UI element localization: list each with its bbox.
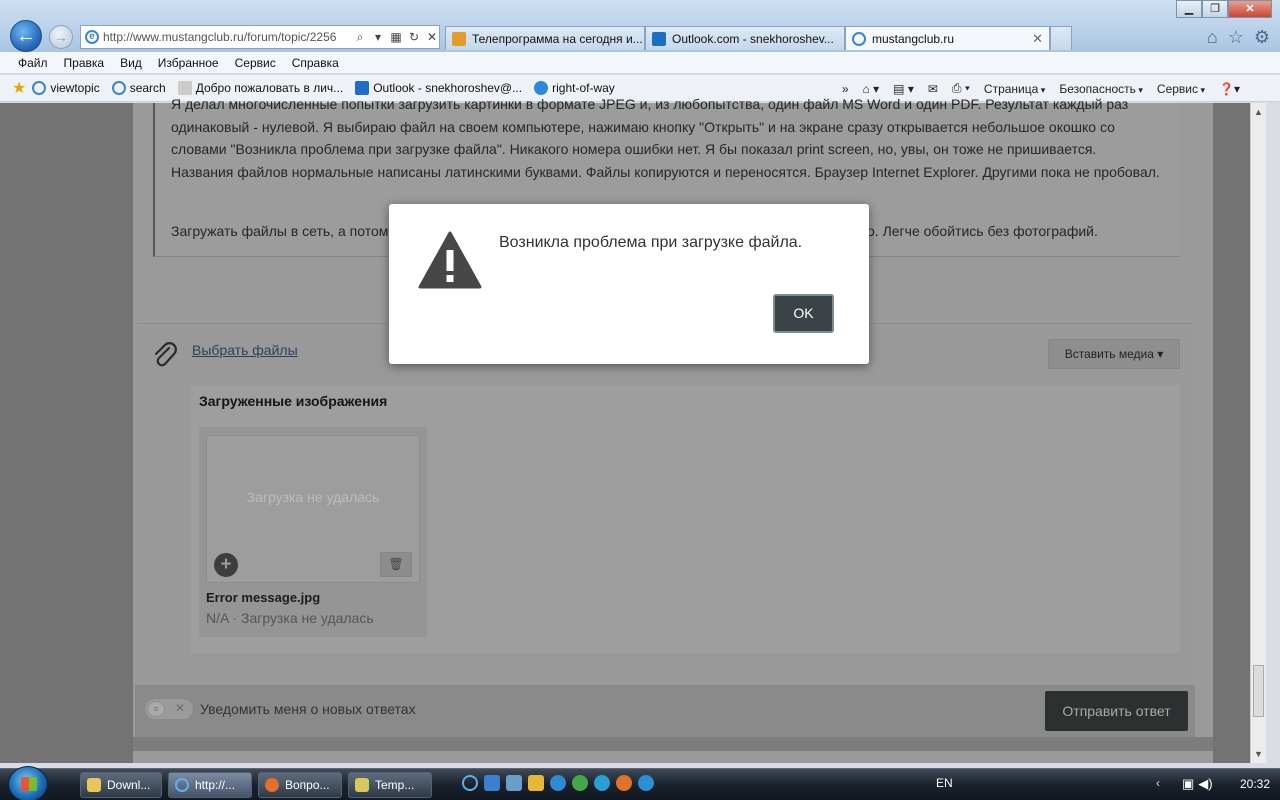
post-paragraph: Я делал многочисленные попытки загрузить… bbox=[171, 96, 1160, 180]
fav-search[interactable]: search bbox=[111, 81, 166, 95]
tab-label: Телепрограмма на сегодня и... bbox=[472, 31, 643, 46]
fav-viewtopic[interactable]: viewtopic bbox=[32, 81, 100, 95]
menu-file[interactable]: Файл bbox=[10, 56, 56, 70]
taskbar-button-temp[interactable]: Temp... bbox=[348, 772, 432, 798]
address-url[interactable]: http://www.mustangclub.ru/forum/topic/22… bbox=[103, 30, 349, 44]
browser-right-icons: ⌂ ☆ ⚙ bbox=[1207, 27, 1270, 48]
refresh-icon[interactable]: ↻ bbox=[407, 30, 421, 44]
clock[interactable]: 20:32 bbox=[1240, 777, 1270, 791]
choose-files-link[interactable]: Выбрать файлы bbox=[192, 342, 298, 358]
close-window-button[interactable]: ✕ bbox=[1228, 0, 1272, 18]
fav-label: viewtopic bbox=[50, 81, 100, 95]
uploaded-images-title: Загруженные изображения bbox=[199, 393, 388, 409]
messenger-icon[interactable] bbox=[594, 775, 610, 791]
firefox-icon[interactable] bbox=[616, 775, 632, 791]
network-icon[interactable]: ▣ bbox=[1182, 776, 1194, 792]
desktop-icon[interactable] bbox=[484, 775, 500, 791]
address-bar[interactable]: e http://www.mustangclub.ru/forum/topic/… bbox=[80, 25, 440, 49]
file-name: Error message.jpg bbox=[206, 590, 321, 605]
windows-logo-icon bbox=[21, 777, 37, 791]
close-tab-icon[interactable]: ✕ bbox=[1032, 31, 1043, 47]
taskbar-label: Вопро... bbox=[285, 778, 330, 792]
page-scrollbar[interactable]: ▲ ▼ bbox=[1250, 103, 1266, 763]
dropdown-icon[interactable]: ▾ bbox=[371, 30, 385, 44]
submit-reply-button[interactable]: Отправить ответ bbox=[1045, 691, 1188, 731]
menu-edit[interactable]: Правка bbox=[56, 56, 113, 70]
search-icon[interactable]: ⌕ bbox=[353, 30, 367, 45]
tab-mustangclub[interactable]: mustangclub.ru ✕ bbox=[845, 26, 1050, 50]
tab-tv-program[interactable]: Телепрограмма на сегодня и... bbox=[445, 26, 645, 50]
menu-favorites[interactable]: Избранное bbox=[150, 56, 227, 70]
scroll-thumb[interactable] bbox=[1253, 665, 1264, 717]
notify-label: Уведомить меня о новых ответах bbox=[200, 701, 416, 717]
skype-icon[interactable] bbox=[638, 775, 654, 791]
taskbar-button-ie[interactable]: http://... bbox=[168, 772, 252, 798]
tab-label: mustangclub.ru bbox=[872, 31, 955, 46]
system-tray: ▣ ◀) bbox=[1182, 776, 1213, 792]
warning-icon bbox=[418, 231, 482, 289]
scroll-up-icon[interactable]: ▲ bbox=[1254, 107, 1263, 117]
ie-icon: e bbox=[85, 30, 99, 44]
forward-button[interactable]: → bbox=[49, 25, 73, 49]
menu-tools[interactable]: Сервис bbox=[227, 56, 284, 70]
thumbnail-status: Загрузка не удалась bbox=[246, 489, 380, 505]
ie-icon[interactable] bbox=[462, 775, 478, 791]
firefox-icon bbox=[265, 778, 279, 792]
fav-label: search bbox=[129, 81, 166, 95]
tab-outlook[interactable]: Outlook.com - snekhoroshev... bbox=[645, 26, 845, 50]
taskbar-label: Downl... bbox=[107, 778, 151, 792]
tray-expand-icon[interactable]: ‹ bbox=[1156, 776, 1160, 790]
notepad-icon bbox=[355, 778, 369, 792]
window-switch-icon[interactable] bbox=[506, 775, 522, 791]
cmd-tools[interactable]: Сервис bbox=[1157, 82, 1205, 96]
taskbar-button-downloads[interactable]: Downl... bbox=[80, 772, 162, 798]
paperclip-icon bbox=[154, 342, 177, 367]
compat-view-icon[interactable]: ▦ bbox=[389, 30, 403, 44]
delete-file-button[interactable]: 🗑 bbox=[380, 552, 412, 577]
taskbar-label: http://... bbox=[195, 778, 236, 792]
folder-icon bbox=[87, 778, 101, 792]
taskbar-button-firefox[interactable]: Вопро... bbox=[258, 772, 342, 798]
media-player-icon[interactable] bbox=[528, 775, 544, 791]
stop-icon[interactable]: ✕ bbox=[425, 30, 439, 44]
dialog-message: Возникла проблема при загрузке файла. bbox=[499, 234, 803, 251]
add-to-post-button[interactable]: + bbox=[214, 553, 238, 577]
page-bottom-edge bbox=[133, 737, 1213, 751]
tv-icon bbox=[452, 31, 466, 46]
insert-media-button[interactable]: Вставить медиа ▾ bbox=[1048, 339, 1180, 369]
minimize-button[interactable]: ▁ bbox=[1176, 0, 1202, 18]
start-button[interactable] bbox=[8, 766, 48, 800]
outlook-icon bbox=[652, 31, 666, 46]
ie-icon bbox=[32, 81, 47, 95]
gear-icon[interactable]: ⚙ bbox=[1254, 27, 1270, 48]
file-meta: N/A · Загрузка не удалась bbox=[206, 610, 374, 626]
favorites-star-icon[interactable]: ★ bbox=[12, 78, 26, 98]
ie-icon bbox=[111, 81, 126, 95]
ok-button[interactable]: OK bbox=[773, 294, 834, 333]
back-button[interactable]: ← bbox=[10, 20, 42, 52]
search-icon[interactable] bbox=[550, 775, 566, 791]
toggle-knob: ≡ bbox=[147, 701, 165, 717]
tab-label: Outlook.com - snekhoroshev... bbox=[672, 31, 834, 46]
language-indicator[interactable]: EN bbox=[936, 776, 953, 790]
menu-help[interactable]: Справка bbox=[284, 56, 347, 70]
ie-icon bbox=[852, 31, 866, 46]
new-tab-button[interactable] bbox=[1050, 26, 1072, 50]
maximize-button[interactable]: ❐ bbox=[1202, 0, 1228, 18]
trash-icon: 🗑 bbox=[388, 557, 404, 571]
home-icon[interactable]: ⌂ bbox=[1207, 27, 1218, 48]
volume-icon[interactable]: ◀) bbox=[1198, 776, 1212, 792]
notify-toggle[interactable]: ≡ ✕ bbox=[144, 698, 194, 720]
menu-view[interactable]: Вид bbox=[112, 56, 150, 70]
ie-icon bbox=[175, 778, 189, 792]
toggle-off-icon: ✕ bbox=[174, 701, 185, 715]
taskbar-label: Temp... bbox=[375, 778, 415, 792]
scroll-down-icon[interactable]: ▼ bbox=[1254, 749, 1263, 759]
menu-bar: Файл Правка Вид Избранное Сервис Справка bbox=[0, 52, 1280, 74]
quick-launch bbox=[462, 775, 654, 791]
help-icon[interactable]: ❓▾ bbox=[1219, 82, 1240, 96]
torrent-icon[interactable] bbox=[572, 775, 588, 791]
window-controls: ▁ ❐ ✕ bbox=[1176, 0, 1272, 18]
favorites-icon[interactable]: ☆ bbox=[1228, 27, 1244, 48]
